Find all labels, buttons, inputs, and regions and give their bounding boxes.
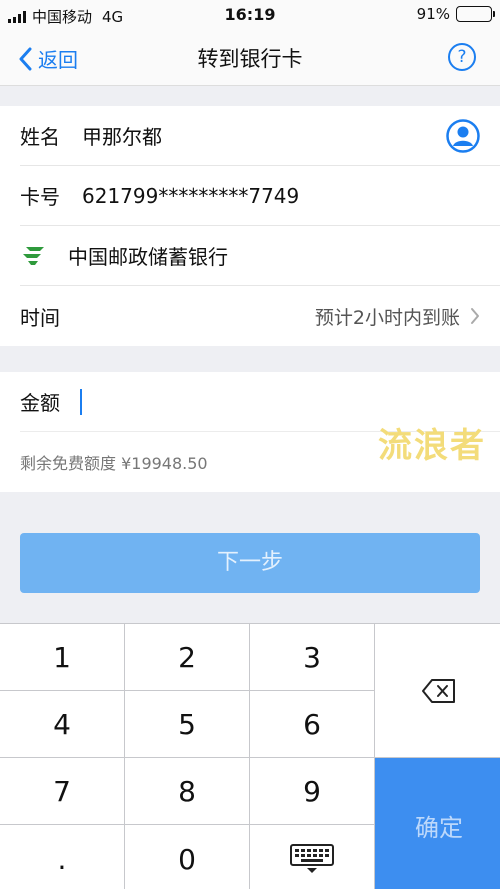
status-bar: 中国移动 4G 16:19 91% — [0, 0, 500, 30]
backspace-icon — [422, 678, 455, 703]
card-label: 卡号 — [20, 185, 60, 209]
name-row: 姓名 甲那尔都 — [20, 106, 500, 166]
name-label: 姓名 — [20, 125, 60, 149]
status-right: 91% — [416, 5, 495, 23]
contact-icon[interactable] — [446, 119, 480, 153]
help-icon[interactable]: ? — [448, 43, 476, 71]
delete-key[interactable] — [375, 624, 500, 757]
key-9[interactable]: 9 — [250, 758, 374, 824]
key-decimal[interactable]: . — [0, 825, 124, 889]
battery-percent: 91% — [416, 5, 450, 23]
key-5[interactable]: 5 — [125, 691, 249, 757]
key-4[interactable]: 4 — [0, 691, 124, 757]
bank-row: 中国邮政储蓄银行 — [20, 226, 500, 286]
page-title: 转到银行卡 — [197, 47, 303, 71]
watermark: 流浪者 — [378, 426, 486, 466]
keyboard-icon — [290, 844, 334, 873]
time-label: 时间 — [20, 305, 60, 330]
arrival-time-value: 预计2小时内到账 — [314, 306, 460, 329]
next-step-button[interactable]: 下一步 — [20, 533, 480, 593]
key-0[interactable]: 0 — [125, 825, 249, 889]
battery-icon — [456, 6, 495, 22]
numeric-keypad: 1 2 3 4 5 6 7 8 9 确定 . 0 — [0, 623, 500, 889]
hide-keyboard-key[interactable] — [250, 825, 374, 889]
name-value: 甲那尔都 — [82, 125, 162, 149]
key-3[interactable]: 3 — [250, 624, 374, 690]
arrival-time: 预计2小时内到账 — [315, 303, 480, 330]
confirm-key[interactable]: 确定 — [375, 758, 500, 889]
arrival-time-row[interactable]: 时间 预计2小时内到账 — [20, 286, 500, 346]
postal-bank-logo-icon — [23, 246, 44, 265]
amount-input[interactable] — [82, 381, 500, 422]
recipient-card: 姓名 甲那尔都 卡号 621799*********7749 中国邮政储蓄银行 … — [0, 106, 500, 346]
card-number: 621799*********7749 — [82, 183, 300, 208]
chevron-right-icon — [471, 308, 479, 324]
nav-bar: 返回 转到银行卡 ? — [0, 30, 500, 86]
key-1[interactable]: 1 — [0, 624, 124, 690]
amount-label: 金额 — [20, 391, 60, 415]
key-7[interactable]: 7 — [0, 758, 124, 824]
card-number-row: 卡号 621799*********7749 — [20, 166, 500, 226]
bank-name: 中国邮政储蓄银行 — [68, 245, 228, 269]
key-6[interactable]: 6 — [250, 691, 374, 757]
key-8[interactable]: 8 — [125, 758, 249, 824]
key-2[interactable]: 2 — [125, 624, 249, 690]
